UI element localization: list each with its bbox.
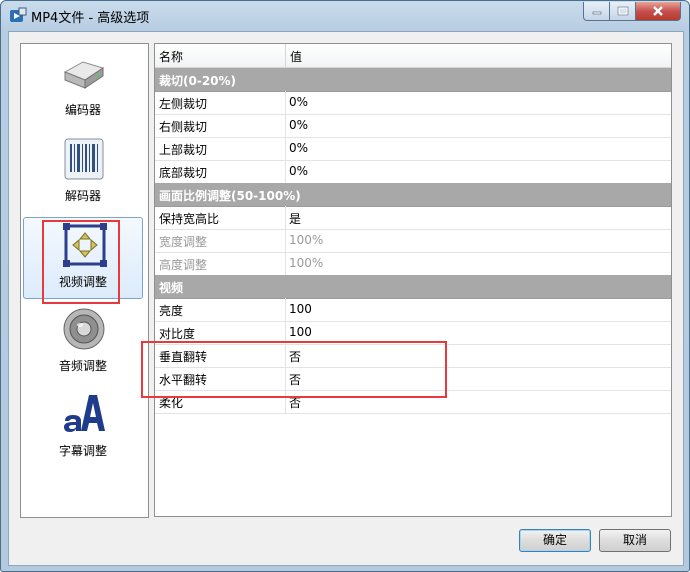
title-bar[interactable]: MP4文件 - 高级选项 <box>1 1 689 31</box>
sidebar-item-label: 编码器 <box>64 103 101 117</box>
dialog-client-area: 编码器 解码器 视频调整 音频调整 字幕调整 名称 值 裁切(0-20%) 左侧… <box>8 31 684 566</box>
subtitle-font-icon <box>64 395 105 432</box>
cell-separator <box>285 160 286 183</box>
maximize-button[interactable] <box>609 2 637 21</box>
property-name: 亮度 <box>159 304 184 318</box>
sidebar-item-subtitle-adjust[interactable]: 字幕调整 <box>23 387 143 467</box>
category-row[interactable]: 画面比例调整(50-100%) <box>155 183 671 207</box>
property-name: 保持宽高比 <box>159 212 220 226</box>
property-row[interactable]: 右侧裁切 0% <box>155 114 671 138</box>
sidebar-item-label: 字幕调整 <box>58 444 107 458</box>
minimize-button[interactable] <box>583 2 611 21</box>
category-row[interactable]: 裁切(0-20%) <box>155 68 671 92</box>
column-header-name[interactable]: 名称 <box>159 48 183 65</box>
property-row[interactable]: 宽度调整 100% <box>155 229 671 253</box>
property-row[interactable]: 保持宽高比 是 <box>155 206 671 230</box>
sidebar-item-label: 音频调整 <box>58 359 107 373</box>
column-separator[interactable] <box>285 44 286 67</box>
category-sidebar: 编码器 解码器 视频调整 音频调整 字幕调整 <box>20 43 149 518</box>
sidebar-item-audio-adjust[interactable]: 音频调整 <box>23 302 143 382</box>
sidebar-item-decoder[interactable]: 解码器 <box>23 132 143 212</box>
property-value[interactable]: 是 <box>289 210 301 227</box>
property-name: 右侧裁切 <box>159 120 208 134</box>
property-value: 100% <box>289 233 324 247</box>
category-label: 视频 <box>159 281 184 295</box>
property-name: 底部裁切 <box>159 166 208 180</box>
property-row[interactable]: 上部裁切 0% <box>155 137 671 161</box>
column-header-value[interactable]: 值 <box>290 48 302 65</box>
cell-separator <box>285 137 286 160</box>
close-button[interactable] <box>635 2 681 21</box>
property-value: 100% <box>289 256 324 270</box>
category-row[interactable]: 视频 <box>155 275 671 299</box>
window-title: MP4文件 - 高级选项 <box>31 11 150 26</box>
close-icon <box>653 6 663 16</box>
ok-button[interactable]: 确定 <box>519 529 591 552</box>
dialog-window: MP4文件 - 高级选项 编码器 解码器 视频调整 音频调整 字幕调整 名称 值… <box>0 0 690 572</box>
property-name: 高度调整 <box>159 258 208 272</box>
grid-header: 名称 值 <box>155 44 671 68</box>
selection-highlight-box <box>42 220 120 304</box>
app-icon <box>10 7 27 22</box>
property-value[interactable]: 0% <box>289 118 308 132</box>
property-value[interactable]: 0% <box>289 164 308 178</box>
sidebar-item-encoder[interactable]: 编码器 <box>23 46 143 126</box>
property-row[interactable]: 左侧裁切 0% <box>155 91 671 115</box>
cell-separator <box>285 206 286 229</box>
property-name: 宽度调整 <box>159 235 208 249</box>
minimize-icon <box>592 11 602 15</box>
property-name: 上部裁切 <box>159 143 208 157</box>
cell-separator <box>285 229 286 252</box>
cancel-button[interactable]: 取消 <box>599 529 671 552</box>
category-label: 裁切(0-20%) <box>159 74 237 88</box>
cell-separator <box>285 252 286 275</box>
property-value[interactable]: 0% <box>289 95 308 109</box>
property-value[interactable]: 0% <box>289 141 308 155</box>
encoder-drive-icon <box>63 61 105 89</box>
flip-rows-highlight-box <box>141 341 447 398</box>
property-row[interactable]: 亮度 100 <box>155 298 671 322</box>
speaker-icon <box>63 308 105 350</box>
sidebar-item-label: 解码器 <box>64 189 101 203</box>
category-label: 画面比例调整(50-100%) <box>159 189 301 203</box>
property-value[interactable]: 100 <box>289 302 312 316</box>
decoder-barcode-icon <box>64 138 104 180</box>
cell-separator <box>285 114 286 137</box>
property-name: 对比度 <box>159 327 196 341</box>
property-row[interactable]: 底部裁切 0% <box>155 160 671 184</box>
property-grid: 名称 值 裁切(0-20%) 左侧裁切 0% 右侧裁切 0% 上部裁切 0% 底部裁切 0% 画面… <box>154 43 672 517</box>
cell-separator <box>285 91 286 114</box>
property-value[interactable]: 100 <box>289 325 312 339</box>
cell-separator <box>285 298 286 321</box>
maximize-icon <box>617 6 629 16</box>
property-name: 左侧裁切 <box>159 97 208 111</box>
property-row[interactable]: 高度调整 100% <box>155 252 671 276</box>
